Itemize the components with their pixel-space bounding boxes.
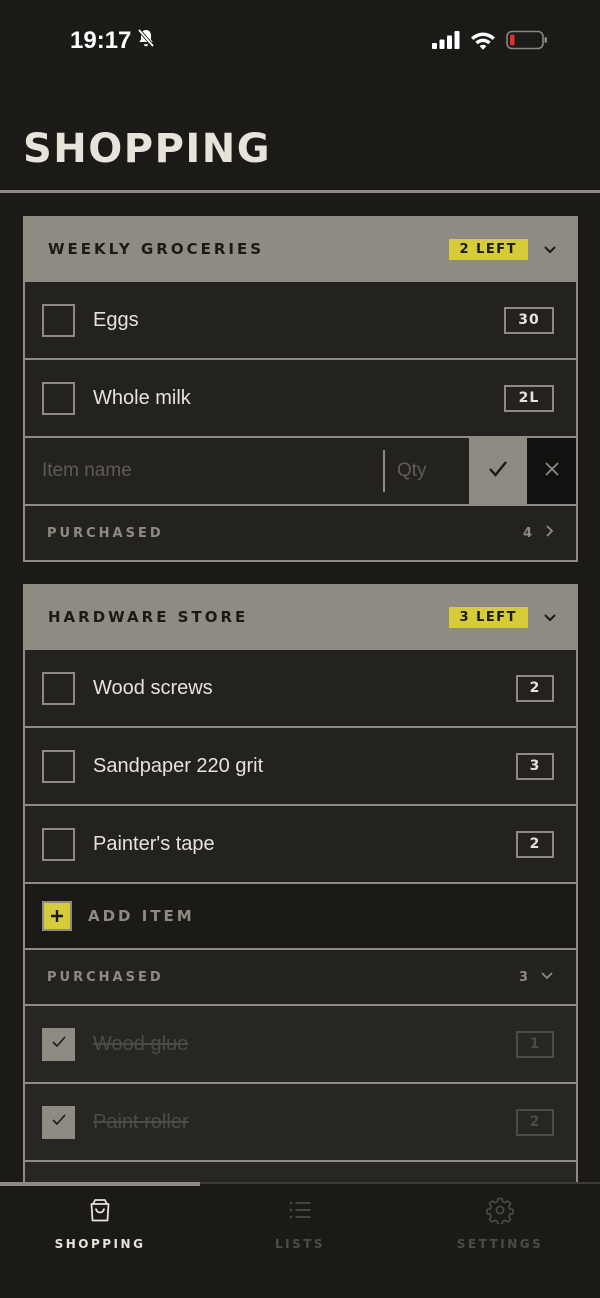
chevron-down-icon[interactable] xyxy=(542,610,558,624)
list-item: Whole milk 2L xyxy=(25,358,576,436)
status-time: 19:17 xyxy=(70,27,132,54)
item-name: Whole milk xyxy=(93,386,191,409)
item-checkbox[interactable] xyxy=(42,749,75,783)
remaining-badge: 2 LEFT xyxy=(448,239,528,260)
item-name: Eggs xyxy=(93,308,139,331)
status-time-group: 19:17 xyxy=(70,27,155,55)
item-qty-badge: 2 xyxy=(516,830,554,858)
tab-lists[interactable]: LISTS xyxy=(200,1196,400,1258)
list-header[interactable]: WEEKLY GROCERIES 2 LEFT xyxy=(25,218,576,280)
battery-low-icon xyxy=(506,30,548,55)
item-checkbox-checked[interactable] xyxy=(42,1105,75,1139)
purchased-label: PURCHASED xyxy=(47,969,164,985)
purchased-count: 4 xyxy=(522,525,532,541)
item-name: Sandpaper 220 grit xyxy=(93,754,264,777)
item-qty-input[interactable] xyxy=(385,438,469,504)
item-name: Wood screws xyxy=(93,676,213,699)
purchased-toggle[interactable]: PURCHASED 3 xyxy=(25,948,576,1004)
plus-icon xyxy=(42,901,72,931)
tab-settings[interactable]: SETTINGS xyxy=(400,1196,600,1258)
item-checkbox[interactable] xyxy=(42,827,75,861)
item-name-input[interactable] xyxy=(25,438,383,504)
item-checkbox[interactable] xyxy=(42,381,75,415)
wifi-icon xyxy=(470,31,496,55)
add-item-button[interactable]: ADD ITEM xyxy=(25,882,576,948)
item-qty-badge: 2L xyxy=(504,384,554,412)
item-name: Painter's tape xyxy=(93,832,215,855)
page-title: SHOPPING xyxy=(23,126,272,172)
tab-label: SHOPPING xyxy=(54,1237,146,1251)
purchased-item: Paint roller 2 xyxy=(25,1082,576,1160)
add-item-label: ADD ITEM xyxy=(88,907,195,925)
gear-icon xyxy=(486,1196,514,1229)
item-qty-badge: 3 xyxy=(516,752,554,780)
item-checkbox[interactable] xyxy=(42,671,75,705)
list-card-hardware-store: HARDWARE STORE 3 LEFT Wood screws 2 Sand… xyxy=(23,584,578,1184)
header-divider xyxy=(0,190,600,193)
item-checkbox-checked[interactable] xyxy=(42,1027,75,1061)
list-card-weekly-groceries: WEEKLY GROCERIES 2 LEFT Eggs 30 Whole mi… xyxy=(23,216,578,562)
list-item: Wood screws 2 xyxy=(25,648,576,726)
tab-label: SETTINGS xyxy=(456,1237,544,1251)
purchased-count: 3 xyxy=(518,969,528,985)
new-item-row xyxy=(25,436,576,504)
item-qty-badge: 30 xyxy=(504,306,554,334)
close-icon xyxy=(544,461,560,482)
active-tab-indicator xyxy=(0,1182,200,1186)
list-item: Eggs 30 xyxy=(25,280,576,358)
cellular-signal-icon xyxy=(432,31,460,54)
check-icon xyxy=(487,459,509,484)
purchased-item: Wood glue 1 xyxy=(25,1004,576,1082)
chevron-right-icon xyxy=(544,524,554,543)
item-qty-badge: 2 xyxy=(516,674,554,702)
status-bar: 19:17 xyxy=(0,0,600,80)
list-title: HARDWARE STORE xyxy=(48,608,249,626)
tab-shopping[interactable]: SHOPPING xyxy=(0,1196,200,1258)
cancel-add-button[interactable] xyxy=(527,438,576,504)
check-icon xyxy=(51,1113,67,1132)
bell-slash-icon xyxy=(137,27,155,55)
purchased-item xyxy=(25,1160,576,1184)
item-qty-badge: 2 xyxy=(516,1108,554,1136)
tab-bar: SHOPPING LISTS SETTINGS xyxy=(0,1182,600,1298)
list-icon xyxy=(286,1196,314,1229)
purchased-label: PURCHASED xyxy=(47,525,164,541)
list-header[interactable]: HARDWARE STORE 3 LEFT xyxy=(25,586,576,648)
purchased-toggle[interactable]: PURCHASED 4 xyxy=(25,504,576,560)
confirm-add-button[interactable] xyxy=(469,438,527,504)
list-title: WEEKLY GROCERIES xyxy=(48,240,265,258)
list-item: Sandpaper 220 grit 3 xyxy=(25,726,576,804)
list-item: Painter's tape 2 xyxy=(25,804,576,882)
item-name: Paint roller xyxy=(93,1110,189,1133)
item-checkbox[interactable] xyxy=(42,303,75,337)
status-indicators xyxy=(432,30,548,55)
tab-label: LISTS xyxy=(274,1237,326,1251)
item-name: Wood glue xyxy=(93,1032,189,1055)
item-qty-badge: 1 xyxy=(516,1030,554,1058)
chevron-down-icon[interactable] xyxy=(542,242,558,256)
chevron-down-icon xyxy=(540,968,554,986)
shopping-bag-icon xyxy=(86,1196,114,1229)
check-icon xyxy=(51,1035,67,1054)
remaining-badge: 3 LEFT xyxy=(448,607,528,628)
